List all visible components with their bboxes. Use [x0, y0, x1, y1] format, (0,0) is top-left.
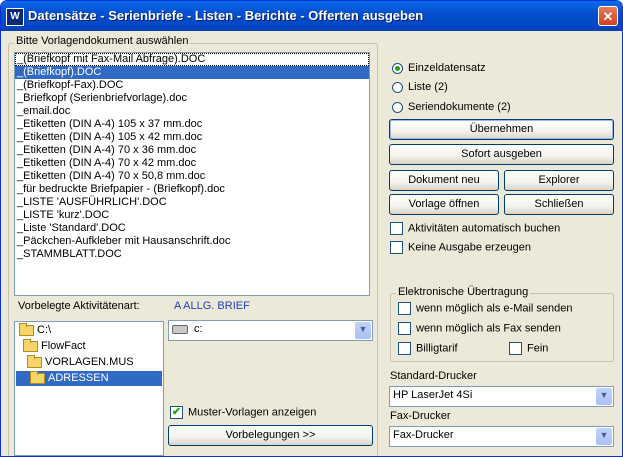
- template-list-item[interactable]: _Liste 'Standard'.DOC: [15, 222, 369, 235]
- window-title: Datensätze - Serienbriefe - Listen - Ber…: [28, 8, 424, 23]
- radio-dot[interactable]: [392, 101, 403, 113]
- chevron-down-icon[interactable]: ▼: [596, 428, 612, 445]
- billigtarif-checkbox[interactable]: Billigtarif: [398, 342, 458, 355]
- chevron-down-icon[interactable]: ▼: [596, 388, 612, 405]
- no-output-checkbox[interactable]: Keine Ausgabe erzeugen: [390, 241, 531, 254]
- tree-item-flowfact[interactable]: FlowFact: [23, 338, 86, 354]
- checkbox-box[interactable]: [398, 302, 411, 315]
- template-list-item[interactable]: _Briefkopf (Serienbriefvorlage).doc: [15, 92, 369, 105]
- folder-icon: [27, 354, 42, 368]
- drive-label: c:: [194, 323, 203, 335]
- template-list-item[interactable]: _STAMMBLATT.DOC: [15, 248, 369, 261]
- template-list-item[interactable]: _für bedruckte Briefpapier - (Briefkopf)…: [15, 183, 369, 196]
- radio-dot[interactable]: [392, 81, 403, 93]
- tree-item-adressen[interactable]: ADRESSEN: [16, 370, 162, 386]
- dokument-neu-button[interactable]: Dokument neu: [389, 170, 499, 191]
- sofort-ausgeben-button[interactable]: Sofort ausgeben: [389, 144, 614, 165]
- explorer-button[interactable]: Explorer: [504, 170, 614, 191]
- checkbox-box[interactable]: [398, 342, 411, 355]
- checkbox-label: Aktivitäten automatisch buchen: [408, 222, 561, 235]
- radio-label: Einzeldatensatz: [408, 62, 486, 74]
- checkbox-box[interactable]: [390, 222, 403, 235]
- folder-icon: [19, 322, 34, 336]
- checkbox-label: wenn möglich als e-Mail senden: [416, 302, 573, 315]
- fax-printer-value: Fax-Drucker: [393, 429, 454, 441]
- close-button[interactable]: ✕: [598, 6, 618, 26]
- checkbox-label: wenn möglich als Fax senden: [416, 322, 561, 335]
- template-list-item[interactable]: _(Briefkopf mit Fax-Mail Abfrage).DOC: [15, 53, 369, 66]
- template-list-item[interactable]: _Etiketten (DIN A-4) 70 x 50,8 mm.doc: [15, 170, 369, 183]
- template-list-item[interactable]: _email.doc: [15, 105, 369, 118]
- template-list-item[interactable]: _(Briefkopf).DOC: [15, 66, 369, 79]
- chevron-down-icon[interactable]: ▼: [355, 322, 371, 339]
- checkbox-label: Keine Ausgabe erzeugen: [408, 241, 531, 254]
- vorbelegungen-button[interactable]: Vorbelegungen >>: [168, 425, 373, 446]
- standard-printer-select[interactable]: HP LaserJet 4Si ▼: [389, 386, 614, 407]
- template-list-item[interactable]: _Etiketten (DIN A-4) 70 x 42 mm.doc: [15, 157, 369, 170]
- template-list-item[interactable]: _Etiketten (DIN A-4) 70 x 36 mm.doc: [15, 144, 369, 157]
- tree-item-label: VORLAGEN.MUS: [45, 356, 134, 368]
- checkbox-box[interactable]: [398, 322, 411, 335]
- template-list-item[interactable]: _LISTE 'AUSFÜHRLICH'.DOC: [15, 196, 369, 209]
- schliessen-button[interactable]: Schließen: [504, 194, 614, 215]
- checkbox-label: Fein: [527, 342, 549, 355]
- checkbox-box[interactable]: [390, 241, 403, 254]
- template-group-label: Bitte Vorlagendokument auswählen: [14, 35, 191, 47]
- tree-item-label: ADRESSEN: [48, 372, 109, 384]
- tree-item-label: FlowFact: [41, 340, 86, 352]
- drive-value: c:: [172, 323, 203, 335]
- activity-value: A ALLG. BRIEF: [174, 300, 250, 312]
- template-list-item[interactable]: _Etiketten (DIN A-4) 105 x 42 mm.doc: [15, 131, 369, 144]
- activity-label: Vorbelegte Aktivitätenart:: [18, 300, 140, 312]
- tree-item-label: C:\: [37, 324, 52, 336]
- uebernehmen-button[interactable]: Übernehmen: [389, 119, 614, 140]
- fax-printer-label: Fax-Drucker: [390, 410, 451, 422]
- radio-liste[interactable]: Liste (2): [392, 81, 448, 94]
- standard-printer-value: HP LaserJet 4Si: [393, 389, 473, 401]
- template-list-item[interactable]: _Etiketten (DIN A-4) 105 x 37 mm.doc: [15, 118, 369, 131]
- radio-einzeldatensatz[interactable]: Einzeldatensatz: [392, 62, 486, 75]
- template-list-item[interactable]: _(Briefkopf-Fax).DOC: [15, 79, 369, 92]
- muster-checkbox[interactable]: ✔ Muster-Vorlagen anzeigen: [170, 406, 316, 419]
- radio-label: Seriendokumente (2): [408, 101, 511, 113]
- standard-printer-label: Standard-Drucker: [390, 370, 477, 382]
- email-checkbox[interactable]: wenn möglich als e-Mail senden: [398, 302, 573, 315]
- tree-item-c[interactable]: C:\: [19, 322, 52, 338]
- drive-icon: [172, 324, 188, 334]
- folder-open-icon: [30, 370, 45, 384]
- dialog-client: Bitte Vorlagendokument auswählen _(Brief…: [1, 31, 622, 456]
- template-list-item[interactable]: _LISTE 'kurz'.DOC: [15, 209, 369, 222]
- folder-tree[interactable]: C:\ FlowFact VORLAGEN.MUS ADRESSEN: [14, 321, 164, 456]
- dialog-window: W Datensätze - Serienbriefe - Listen - B…: [0, 0, 623, 457]
- fax-checkbox[interactable]: wenn möglich als Fax senden: [398, 322, 561, 335]
- radio-dot[interactable]: [392, 62, 403, 74]
- title-bar[interactable]: W Datensätze - Serienbriefe - Listen - B…: [1, 1, 622, 31]
- template-list[interactable]: _(Briefkopf mit Fax-Mail Abfrage).DOC _(B…: [14, 52, 370, 296]
- app-icon: W: [6, 8, 24, 26]
- fein-checkbox[interactable]: Fein: [509, 342, 548, 355]
- drive-select[interactable]: c: ▼: [168, 320, 373, 341]
- checkbox-label: Billigtarif: [416, 342, 458, 355]
- checkbox-box[interactable]: [509, 342, 522, 355]
- template-list-item[interactable]: _Päckchen-Aufkleber mit Hausanschrift.do…: [15, 235, 369, 248]
- muster-checkbox-box[interactable]: ✔: [170, 406, 183, 419]
- muster-checkbox-label: Muster-Vorlagen anzeigen: [188, 406, 317, 419]
- tree-item-vorlagen[interactable]: VORLAGEN.MUS: [27, 354, 134, 370]
- auto-activities-checkbox[interactable]: Aktivitäten automatisch buchen: [390, 222, 560, 235]
- radio-seriendokumente[interactable]: Seriendokumente (2): [392, 101, 511, 114]
- fax-printer-select[interactable]: Fax-Drucker ▼: [389, 426, 614, 447]
- electronic-group-label: Elektronische Übertragung: [396, 286, 531, 298]
- vorlage-oeffnen-button[interactable]: Vorlage öffnen: [389, 194, 499, 215]
- radio-label: Liste (2): [408, 81, 448, 93]
- folder-icon: [23, 338, 38, 352]
